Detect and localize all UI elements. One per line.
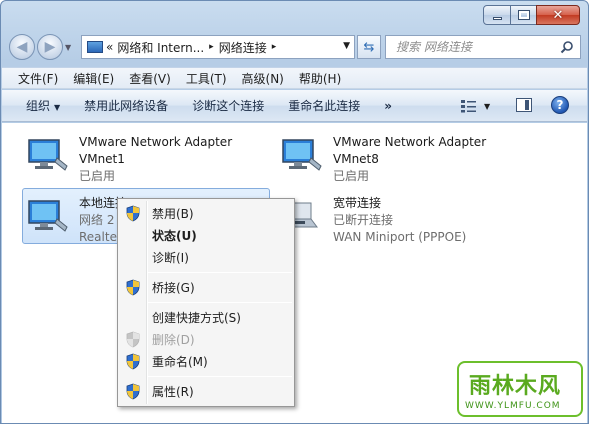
- minimize-button[interactable]: [483, 5, 511, 25]
- watermark-logo: 雨林木风 WWW.YLMFU.COM: [457, 361, 583, 417]
- network-adapter-icon: [28, 139, 68, 171]
- rename-connection-button[interactable]: 重命名此连接: [288, 97, 360, 114]
- uac-shield-icon: [126, 279, 140, 296]
- connection-broadband[interactable]: 宽带连接 已断开连接 WAN Miniport (PPPOE): [276, 188, 524, 244]
- breadcrumb-network-connections[interactable]: 网络连接: [219, 39, 267, 56]
- uac-shield-icon: [126, 383, 140, 400]
- search-input[interactable]: [396, 40, 546, 54]
- breadcrumb-network-internet[interactable]: 网络和 Intern...: [117, 39, 204, 56]
- ctx-delete: 删除(D): [120, 328, 292, 350]
- uac-shield-icon: [126, 353, 140, 370]
- maximize-button[interactable]: [510, 5, 537, 25]
- ctx-disable-label: 禁用(B): [152, 206, 194, 221]
- diagnose-connection-button[interactable]: 诊断这个连接: [192, 97, 264, 114]
- ctx-diagnose-label: 诊断(I): [152, 250, 189, 265]
- menu-edit[interactable]: 编辑(E): [73, 70, 114, 87]
- close-button[interactable]: ✕: [536, 5, 580, 25]
- ctx-diagnose[interactable]: 诊断(I): [120, 246, 292, 268]
- ctx-delete-label: 删除(D): [152, 332, 195, 347]
- network-folder-icon: [86, 40, 103, 54]
- connection-device: WAN Miniport (PPPOE): [333, 230, 467, 244]
- back-arrow-icon: ◀: [16, 39, 28, 55]
- preview-pane-button[interactable]: [516, 98, 532, 112]
- network-adapter-icon: [282, 139, 322, 171]
- connection-name: VMware Network Adapter: [79, 135, 233, 149]
- organize-button[interactable]: 组织 ▼: [26, 97, 60, 114]
- back-button[interactable]: ◀: [9, 34, 35, 60]
- disable-device-button[interactable]: 禁用此网络设备: [84, 97, 168, 114]
- ctx-separator: [148, 376, 292, 377]
- maximize-icon: [517, 10, 530, 20]
- connection-status: 已启用: [333, 169, 370, 183]
- more-commands-button[interactable]: »: [384, 99, 392, 113]
- ctx-separator: [148, 272, 292, 273]
- uac-shield-icon: [126, 331, 140, 348]
- search-icon[interactable]: [560, 40, 574, 54]
- change-view-button[interactable]: ▼: [460, 97, 496, 115]
- network-adapter-icon: [28, 200, 68, 232]
- connection-status: 已启用: [79, 169, 116, 183]
- address-bar[interactable]: « 网络和 Intern... ▸ 网络连接 ▸ ▼: [81, 35, 355, 59]
- watermark-url: WWW.YLMFU.COM: [465, 401, 561, 411]
- recent-pages-dropdown[interactable]: ▼: [65, 43, 71, 52]
- ctx-status-label: 状态(U): [152, 228, 197, 243]
- ctx-rename[interactable]: 重命名(M): [120, 350, 292, 372]
- ctx-create-shortcut[interactable]: 创建快捷方式(S): [120, 306, 292, 328]
- search-box[interactable]: [385, 35, 581, 59]
- forward-arrow-icon: ▶: [44, 39, 56, 55]
- address-dropdown-icon[interactable]: ▼: [343, 41, 350, 51]
- help-icon: ?: [556, 98, 564, 112]
- breadcrumb-separator-2[interactable]: ▸: [272, 42, 277, 52]
- ctx-disable[interactable]: 禁用(B): [120, 202, 292, 224]
- view-list-icon: [461, 100, 476, 113]
- ctx-bridge-label: 桥接(G): [152, 280, 195, 295]
- refresh-button[interactable]: ⇆: [357, 35, 381, 59]
- navigation-row: ◀ ▶ ▼ « 网络和 Intern... ▸ 网络连接 ▸ ▼ ⇆: [9, 34, 581, 60]
- ctx-separator: [148, 302, 292, 303]
- context-menu: 禁用(B) 状态(U) 诊断(I) 桥接(G) 创建快捷方式(S) 删除(D): [117, 198, 295, 407]
- connection-network: VMnet8: [333, 152, 379, 166]
- connection-vmnet1[interactable]: VMware Network Adapter VMnet1 已启用: [22, 127, 270, 183]
- view-dropdown-icon: ▼: [484, 101, 491, 111]
- menu-file[interactable]: 文件(F): [18, 70, 58, 87]
- uac-shield-icon: [126, 205, 140, 222]
- command-bar: 组织 ▼ 禁用此网络设备 诊断这个连接 重命名此连接 » ▼ ?: [2, 90, 587, 122]
- ctx-status[interactable]: 状态(U): [120, 224, 292, 246]
- explorer-window: ✕ ◀ ▶ ▼ « 网络和 Intern... ▸ 网络连接 ▸ ▼ ⇆ 文件(…: [0, 0, 589, 424]
- watermark-title: 雨林木风: [469, 374, 562, 399]
- connection-network: VMnet1: [79, 152, 125, 166]
- caption-buttons: ✕: [483, 5, 580, 25]
- ctx-create-shortcut-label: 创建快捷方式(S): [152, 310, 241, 325]
- connection-status: 已断开连接: [333, 213, 394, 227]
- menu-tools[interactable]: 工具(T): [186, 70, 227, 87]
- close-icon: ✕: [552, 7, 564, 23]
- minimize-icon: [492, 16, 502, 20]
- connection-vmnet8[interactable]: VMware Network Adapter VMnet8 已启用: [276, 127, 524, 183]
- breadcrumb-separator[interactable]: ▸: [209, 42, 214, 52]
- organize-label: 组织: [26, 99, 51, 113]
- connection-name: VMware Network Adapter: [333, 135, 487, 149]
- help-button[interactable]: ?: [551, 96, 569, 114]
- ctx-properties[interactable]: 属性(R): [120, 380, 292, 402]
- ctx-properties-label: 属性(R): [152, 384, 194, 399]
- menu-help[interactable]: 帮助(H): [299, 70, 341, 87]
- menu-advanced[interactable]: 高级(N): [242, 70, 284, 87]
- connection-name: 宽带连接: [333, 196, 382, 210]
- address-overflow-chevron[interactable]: «: [106, 40, 113, 54]
- menu-view[interactable]: 查看(V): [129, 70, 171, 87]
- ctx-rename-label: 重命名(M): [152, 354, 208, 369]
- refresh-icon: ⇆: [363, 39, 375, 55]
- menu-bar: 文件(F) 编辑(E) 查看(V) 工具(T) 高级(N) 帮助(H): [2, 67, 587, 89]
- organize-dropdown-icon: ▼: [54, 103, 61, 112]
- ctx-bridge[interactable]: 桥接(G): [120, 276, 292, 298]
- forward-button[interactable]: ▶: [37, 34, 63, 60]
